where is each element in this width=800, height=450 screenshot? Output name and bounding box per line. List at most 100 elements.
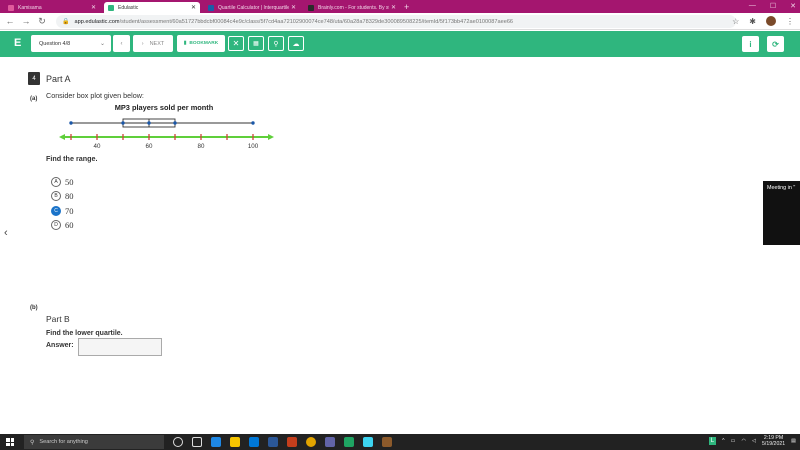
tab-list: Kamisama ✕ Edulastic ✕ Quartile Calculator |… (0, 2, 400, 13)
taskbar-search-placeholder: Search for anything (39, 439, 88, 445)
tick-label: 60 (146, 143, 153, 150)
assessment-toolbar: E Question 4/8 ⌄ ‹ › NEXT ▮ BOOKMARK ✕ ▦… (0, 31, 800, 57)
back-arrow-icon[interactable]: ← (4, 16, 16, 26)
windows-start-icon[interactable] (6, 438, 14, 446)
app-icon[interactable] (363, 437, 373, 447)
question-select-value: Question 4/8 (39, 40, 71, 47)
save-cloud-button[interactable]: ☁ (288, 36, 304, 51)
axis-arrow-right (268, 134, 274, 140)
file-explorer-icon[interactable] (230, 437, 240, 447)
chevron-right-icon: › (141, 40, 144, 47)
lock-icon: 🔒 (62, 19, 70, 25)
office-icon[interactable] (287, 437, 297, 447)
edge-icon[interactable] (211, 437, 221, 447)
part-a-label: (a) (30, 96, 38, 102)
part-a-title: Part A (46, 74, 71, 84)
tab-close-icon[interactable]: ✕ (391, 4, 396, 11)
tab-label: Quartile Calculator | Interquartile (218, 4, 289, 11)
system-tray: L ^ ▭ ◠ ◁ 2:19 PM 5/19/2021 ▤ (708, 435, 796, 447)
calculator-icon: ▦ (253, 41, 259, 47)
menu-dots-icon[interactable]: ⋮ (786, 17, 794, 26)
answer-label: Answer: (46, 342, 74, 349)
right-toolbar-buttons: i ⟳ (742, 36, 784, 52)
question-select[interactable]: Question 4/8 ⌄ (31, 35, 111, 52)
axis-arrow-left (59, 134, 65, 140)
tab-favicon-icon (8, 4, 14, 11)
answer-choice[interactable]: C 70 (51, 205, 74, 216)
next-label: NEXT (149, 40, 165, 47)
tab-label: Edulastic (118, 4, 139, 11)
box-plot-marks: 40 60 80 100 (59, 118, 274, 150)
tab-label: Brainly.com - For students. By st (318, 4, 389, 11)
cloud-icon: ☁ (292, 40, 300, 48)
clock[interactable]: 2:19 PM 5/19/2021 (762, 435, 785, 447)
tab-close-icon[interactable]: ✕ (191, 4, 196, 11)
tab-favicon-icon (208, 4, 214, 11)
bookmark-button[interactable]: ▮ BOOKMARK (177, 35, 225, 52)
max-point (251, 121, 255, 125)
tab-favicon-icon (108, 4, 114, 11)
chevron-left-icon: ‹ (120, 40, 123, 47)
browser-tab[interactable]: Kamisama ✕ (4, 2, 100, 13)
bookmark-icon: ▮ (183, 41, 187, 46)
next-button[interactable]: › NEXT (133, 35, 173, 52)
browser-tab[interactable]: Edulastic ✕ (104, 2, 200, 13)
tab-close-icon[interactable]: ✕ (91, 4, 96, 11)
tick-label: 100 (248, 143, 259, 150)
choice-letter: D (51, 219, 61, 230)
choice-text: 50 (65, 176, 74, 187)
browser-tab[interactable]: Quartile Calculator | Interquartile ✕ (204, 2, 300, 13)
wifi-icon[interactable]: ◠ (741, 438, 746, 444)
find-lower-quartile-prompt: Find the lower quartile. (46, 330, 123, 337)
part-b-title: Part B (46, 314, 70, 324)
forward-arrow-icon[interactable]: → (20, 16, 32, 26)
chart-title: MP3 players sold per month (115, 103, 214, 112)
close-window-icon[interactable]: ✕ (790, 2, 796, 10)
word-icon[interactable] (268, 437, 278, 447)
cortana-icon[interactable] (173, 437, 183, 447)
answer-choice[interactable]: D 60 (51, 219, 74, 230)
choice-text: 80 (65, 190, 74, 201)
reload-icon[interactable]: ↻ (36, 16, 48, 27)
maximize-icon[interactable]: ☐ (770, 2, 776, 10)
calculator-button[interactable]: ▦ (248, 36, 264, 51)
teams-icon[interactable] (325, 437, 335, 447)
url-field[interactable]: 🔒 app.edulastic.com /student/assessment/… (56, 15, 736, 28)
tick-label: 80 (198, 143, 205, 150)
choice-text: 70 (65, 205, 74, 216)
meeting-notification[interactable]: Meeting in " (763, 181, 800, 245)
answer-input[interactable] (78, 338, 162, 356)
tab-close-icon[interactable]: ✕ (291, 4, 296, 11)
notification-icon[interactable]: ▤ (791, 438, 796, 444)
answer-choice[interactable]: B 80 (51, 190, 74, 201)
choice-text: 60 (65, 219, 74, 230)
star-bookmark-icon[interactable]: ☆ (732, 17, 739, 26)
task-view-icon[interactable] (192, 437, 202, 447)
edulastic-tray-icon[interactable]: L (708, 437, 717, 445)
drive-icon[interactable] (344, 437, 354, 447)
collapse-arrow-icon[interactable]: ‹ (4, 227, 8, 239)
eliminate-answer-button[interactable]: ✕ (228, 36, 244, 51)
q3-point (173, 121, 177, 125)
avatar[interactable] (766, 16, 776, 26)
chevron-up-icon[interactable]: ^ (722, 438, 724, 444)
new-tab-button[interactable]: + (404, 2, 409, 13)
battery-icon[interactable]: ▭ (731, 438, 736, 444)
search-icon: ⚲ (273, 40, 279, 48)
extensions-icon[interactable]: ✱ (749, 17, 756, 26)
minecraft-icon[interactable] (382, 437, 392, 447)
minimize-icon[interactable]: — (749, 2, 756, 10)
store-icon[interactable] (249, 437, 259, 447)
answer-choice[interactable]: A 50 (51, 176, 74, 187)
browser-tab[interactable]: Brainly.com - For students. By st ✕ (304, 2, 400, 13)
volume-icon[interactable]: ◁ (752, 438, 756, 444)
settings-button[interactable]: ⟳ (767, 36, 784, 52)
taskbar-search[interactable]: ⚲ Search for anything (24, 435, 164, 449)
info-button[interactable]: i (742, 36, 759, 52)
zoom-button[interactable]: ⚲ (268, 36, 284, 51)
previous-button[interactable]: ‹ (113, 35, 130, 52)
clock-date: 5/19/2021 (762, 441, 786, 447)
chrome-icon[interactable] (306, 437, 316, 447)
q1-point (121, 121, 125, 125)
tick-label: 40 (94, 143, 101, 150)
